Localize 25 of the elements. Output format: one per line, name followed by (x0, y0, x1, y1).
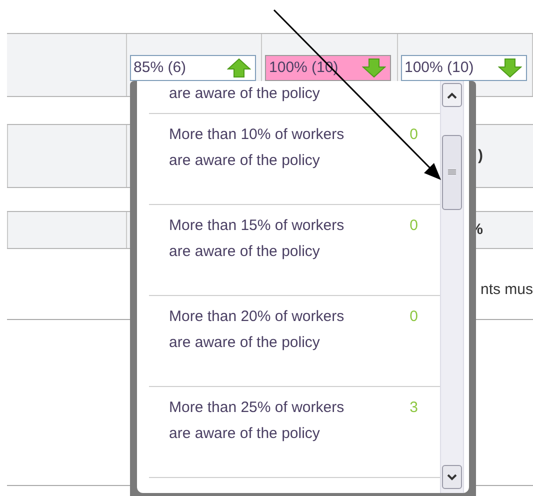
percentage-select[interactable]: 100% (10) (400, 55, 526, 81)
cell-text: nts mus (480, 280, 533, 300)
scroll-up-button[interactable] (442, 83, 462, 107)
chevron-down-icon (447, 474, 457, 480)
scroll-down-button[interactable] (442, 465, 462, 489)
option-count: 0 (410, 307, 418, 327)
grip-icon (448, 169, 456, 176)
option-count: 0 (410, 125, 418, 145)
option-label: More than 25% of workers are aware of the policy (169, 398, 346, 444)
up-arrow-icon (226, 58, 251, 78)
option-label: are aware of the policy (169, 84, 321, 104)
option-count: 3 (410, 398, 418, 418)
select-value: 100% (10) (404, 58, 474, 78)
option-label: More than 15% of workers are aware of the policy (169, 216, 346, 262)
down-arrow-icon (362, 58, 386, 78)
down-arrow-icon (498, 58, 522, 78)
select-value: 85% (6) (134, 58, 186, 78)
scroll-thumb[interactable] (442, 135, 462, 210)
option-label: More than 10% of workers are aware of the policy (169, 125, 346, 170)
cell-text: ) (478, 146, 483, 166)
percentage-select[interactable]: 85% (6) (130, 55, 256, 81)
scrollbar[interactable] (440, 81, 464, 493)
option-label: More than 20% of workers are aware of the policy (169, 307, 346, 352)
option-count: 0 (410, 216, 418, 236)
chevron-up-icon (447, 92, 457, 98)
